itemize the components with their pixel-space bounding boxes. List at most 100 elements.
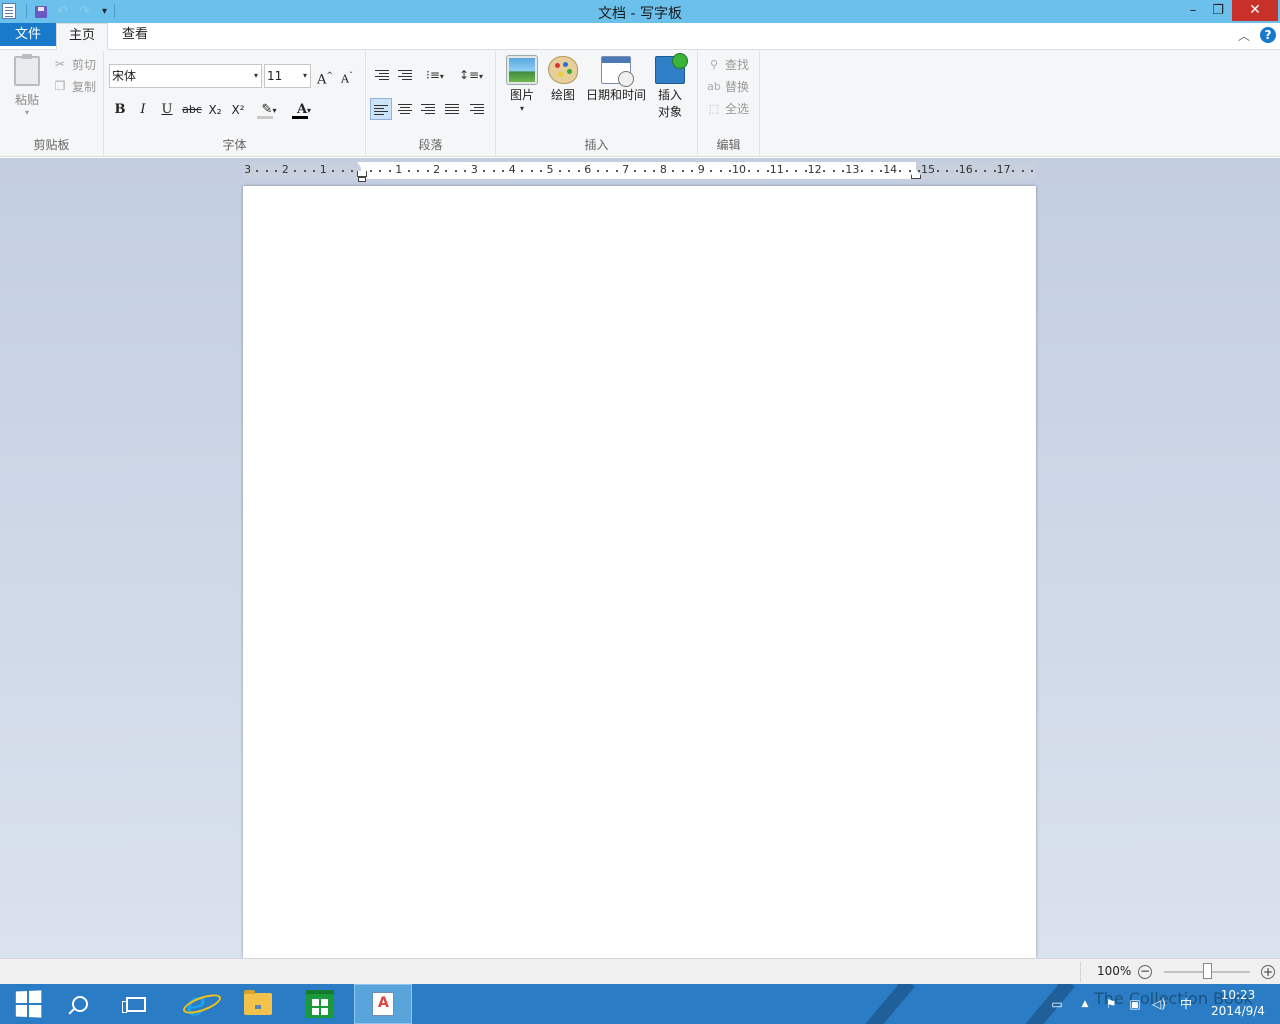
font-size-select[interactable]: 11 ▾ (264, 64, 311, 88)
date-time-button[interactable]: 日期和时间 (584, 56, 648, 104)
align-center-button[interactable] (394, 98, 416, 120)
chevron-down-icon: ▾ (519, 104, 524, 113)
show-hidden-icons-icon[interactable]: ▲ (1077, 996, 1093, 1012)
line-spacing-button[interactable]: ↕≡▾ (456, 64, 486, 86)
ruler-tick (804, 170, 807, 172)
decrease-indent-button[interactable] (371, 64, 393, 86)
internet-explorer-button[interactable]: e (168, 984, 224, 1024)
folder-icon (244, 990, 272, 1015)
ruler-label: 1 (395, 163, 403, 176)
keyboard-icon[interactable]: ▭ (1049, 996, 1065, 1012)
grow-font-button[interactable]: A^ (315, 66, 335, 87)
tab-file[interactable]: 文件 (0, 23, 56, 46)
strikethrough-button[interactable]: abc (180, 100, 204, 120)
first-line-indent-marker[interactable] (356, 161, 368, 182)
underline-button[interactable]: U (157, 100, 177, 120)
font-color-button[interactable]: A▾ (289, 100, 319, 120)
italic-button[interactable]: I (133, 100, 153, 120)
ribbon: 粘贴 ▾ ✂ 剪切 ❐ 复制 剪贴板 宋体 ▾ 11 ▾ A^ Aˇ B I U… (0, 50, 1280, 157)
ruler-tick (681, 170, 684, 172)
action-center-flag-icon[interactable]: ⚑ (1103, 996, 1119, 1012)
zoom-slider-thumb[interactable] (1202, 963, 1212, 979)
ruler-tick (454, 170, 457, 172)
network-icon[interactable]: ▣ (1127, 996, 1143, 1012)
ruler-tick (294, 170, 297, 172)
bold-button[interactable]: B (110, 100, 130, 120)
zoom-in-button[interactable]: + (1261, 965, 1275, 979)
volume-icon[interactable]: ◁) (1151, 996, 1167, 1012)
object-label-line2: 对象 (657, 105, 682, 119)
editing-group: ⚲ 查找 ab 替换 ⬚ 全选 编辑 (698, 50, 760, 157)
ruler-tick (1021, 170, 1024, 172)
highlight-color-swatch (257, 116, 273, 119)
justify-button[interactable] (441, 98, 463, 120)
ruler-tick (379, 170, 382, 172)
font-family-select[interactable]: 宋体 ▾ (109, 64, 262, 88)
ruler-label: 1 (319, 163, 327, 176)
binoculars-icon: ⚲ (709, 57, 719, 71)
paragraph-settings-button[interactable] (466, 98, 488, 120)
ruler-tick (917, 170, 920, 172)
ruler-label: 2 (281, 163, 289, 176)
store-button[interactable] (292, 984, 348, 1024)
clipboard-group-label: 剪贴板 (33, 138, 70, 152)
tab-view[interactable]: 查看 (110, 23, 160, 50)
increase-indent-button[interactable] (394, 64, 416, 86)
file-explorer-button[interactable] (230, 984, 286, 1024)
taskbar-decoration (1019, 984, 1075, 1024)
select-all-button[interactable]: ⬚ 全选 (706, 98, 749, 118)
superscript-button[interactable]: X² (228, 100, 248, 120)
insert-object-button[interactable]: 插入 对象 (650, 53, 690, 121)
paste-button[interactable]: 粘贴 ▾ (8, 54, 46, 117)
ruler-tick (899, 170, 902, 172)
ruler-tick (908, 170, 911, 172)
collapse-ribbon-icon[interactable]: ︿ (1238, 27, 1250, 44)
ruler-tick (1012, 170, 1015, 172)
shrink-font-button[interactable]: Aˇ (337, 66, 357, 86)
start-button[interactable] (0, 984, 56, 1024)
zoom-out-button[interactable]: − (1138, 965, 1152, 979)
highlight-color-button[interactable]: ✎▾ (254, 100, 284, 120)
bullet-list-button[interactable]: ⁝≡▾ (420, 64, 450, 86)
close-button[interactable]: ✕ (1232, 0, 1278, 21)
calendar-clock-icon (601, 56, 634, 87)
find-button[interactable]: ⚲ 查找 (706, 54, 749, 74)
subscript-button[interactable]: X₂ (205, 100, 225, 120)
ruler-label: 7 (622, 163, 630, 176)
ruler-tick (747, 170, 750, 172)
copy-button[interactable]: ❐ 复制 (52, 76, 96, 96)
clock[interactable]: 10:23 2014/9/4 (1206, 987, 1270, 1019)
decrease-indent-icon (375, 70, 389, 81)
help-icon[interactable]: ? (1260, 27, 1276, 43)
ruler-label: 4 (508, 163, 516, 176)
taskbar-decoration (859, 984, 915, 1024)
maximize-button[interactable]: ❐ (1205, 0, 1231, 21)
title-bar: ↶ ↷ ▾ 文档 - 写字板 – ❐ ✕ (0, 0, 1280, 23)
ruler-tick (388, 170, 391, 172)
input-method-indicator[interactable]: 中 (1178, 996, 1194, 1012)
align-left-button[interactable] (370, 98, 392, 120)
tab-home[interactable]: 主页 (56, 23, 108, 50)
left-indent-icon (358, 177, 366, 182)
clipboard-group: 粘贴 ▾ ✂ 剪切 ❐ 复制 剪贴板 (0, 50, 104, 157)
ruler-tick (1031, 170, 1034, 172)
ruler-tick (795, 170, 798, 172)
insert-picture-button[interactable]: 图片 ▾ (504, 55, 540, 114)
editing-group-label: 编辑 (716, 138, 741, 152)
wordpad-taskbar-button[interactable] (354, 984, 412, 1024)
task-view-button[interactable] (108, 984, 164, 1024)
ruler-tick (596, 170, 599, 172)
minimize-button[interactable]: – (1180, 0, 1206, 21)
search-button[interactable] (52, 984, 108, 1024)
chevron-down-icon: ▾ (302, 71, 307, 80)
paragraph-icon (470, 104, 484, 115)
replace-button[interactable]: ab 替换 (706, 76, 749, 96)
ruler-label: 15 (921, 163, 935, 176)
align-right-button[interactable] (417, 98, 439, 120)
ruler[interactable]: 3 2 1 1 2 3 4 5 6 7 8 9 10 11 12 13 14 15 16 17 (243, 161, 1036, 182)
ruler-tick (710, 170, 713, 172)
paint-drawing-button[interactable]: 绘图 (544, 56, 582, 104)
cut-button[interactable]: ✂ 剪切 (52, 54, 96, 74)
ruler-tick (719, 170, 722, 172)
document-page[interactable] (243, 186, 1036, 958)
